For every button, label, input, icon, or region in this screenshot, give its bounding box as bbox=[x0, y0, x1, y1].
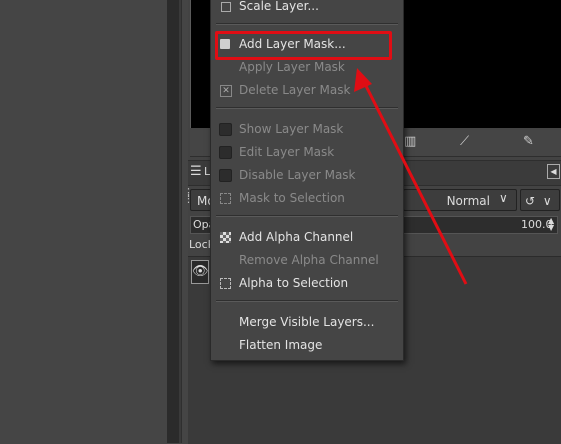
annotation-arrow-icon bbox=[354, 68, 468, 285]
arrow-head-icon bbox=[354, 68, 372, 92]
arrow-line bbox=[361, 79, 468, 285]
